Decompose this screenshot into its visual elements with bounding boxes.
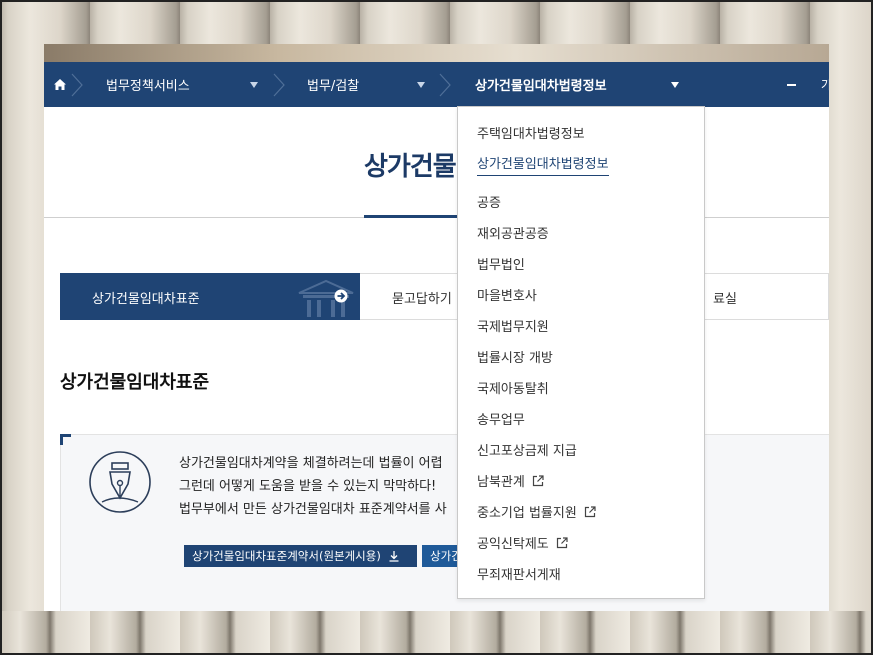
breadcrumb-nav: 법무정책서비스 법무/검찰 상가건물임대차법령정보 가 xyxy=(44,62,829,107)
external-link-icon xyxy=(556,536,568,548)
section-title: 상가건물임대차표준 xyxy=(60,372,210,393)
breadcrumb-separator-icon xyxy=(439,73,451,97)
nav-item-label: 상가건물임대차법령정보 xyxy=(475,79,607,94)
menu-item-label: 상가건물임대차법령정보 xyxy=(477,157,609,172)
info-box xyxy=(60,434,829,611)
menu-item-child-abduction[interactable]: 국제아동탈취 xyxy=(477,378,549,397)
corner-decoration xyxy=(60,434,71,445)
info-text-line: 상가건물임대차계약을 체결하려는데 법률이 어렵 xyxy=(179,456,443,471)
menu-item-label: 무죄재판서게재 xyxy=(477,568,561,583)
sub-tab-bar: 상가건물임대차표준 묻고답하기 료실 xyxy=(60,273,829,320)
browser-viewport: 법무정책서비스 법무/검찰 상가건물임대차법령정보 가 상가건물임대차법령정보 … xyxy=(44,44,829,611)
nav-item-label: 법무/검찰 xyxy=(307,79,360,94)
menu-item-law-firm[interactable]: 법무법인 xyxy=(477,254,525,273)
menu-item-overseas-notary[interactable]: 재외공관공증 xyxy=(477,223,549,242)
tab-commercial-lease-standard[interactable]: 상가건물임대차표준 xyxy=(60,273,360,320)
download-second-button[interactable]: 상가건 xyxy=(422,545,462,567)
breadcrumb-separator-icon xyxy=(273,73,285,97)
menu-item-label: 법률시장 개방 xyxy=(477,351,553,366)
tab-resources[interactable]: 료실 xyxy=(713,288,737,307)
nav-item-label: 법무정책서비스 xyxy=(106,79,190,94)
caret-down-icon[interactable] xyxy=(417,82,425,88)
arrow-right-circle-icon xyxy=(334,289,348,303)
nav-item-legal-policy-service[interactable]: 법무정책서비스 xyxy=(106,62,190,107)
title-underline xyxy=(364,215,459,218)
caret-down-icon[interactable] xyxy=(250,82,258,88)
caret-down-icon[interactable] xyxy=(671,82,679,88)
text-decrease-icon[interactable] xyxy=(787,84,796,86)
nav-item-legal-prosecution[interactable]: 법무/검찰 xyxy=(307,62,359,107)
background-wood xyxy=(0,611,873,655)
menu-item-sme-legal-support[interactable]: 중소기업 법률지원 xyxy=(477,502,596,521)
download-icon xyxy=(389,550,399,562)
menu-item-village-lawyer[interactable]: 마을변호사 xyxy=(477,285,537,304)
home-icon[interactable] xyxy=(54,79,66,90)
menu-item-label: 국제법무지원 xyxy=(477,320,549,335)
menu-item-label: 국제아동탈취 xyxy=(477,382,549,397)
menu-item-notary[interactable]: 공증 xyxy=(477,192,501,211)
menu-item-legal-market-opening[interactable]: 법률시장 개방 xyxy=(477,347,553,366)
menu-item-acquittal-publication[interactable]: 무죄재판서게재 xyxy=(477,564,561,583)
menu-item-reward-payment[interactable]: 신고포상금제 지급 xyxy=(477,440,577,459)
menu-item-label: 송무업무 xyxy=(477,413,525,428)
tab-label: 상가건물임대차표준 xyxy=(92,292,200,307)
external-link-icon xyxy=(532,474,544,486)
menu-item-commercial-lease[interactable]: 상가건물임대차법령정보 xyxy=(477,153,609,176)
menu-item-label: 남북관계 xyxy=(477,475,525,490)
menu-item-label: 마을변호사 xyxy=(477,289,537,304)
tab-qna[interactable]: 묻고답하기 xyxy=(392,288,452,307)
info-text-line: 법무부에서 만든 상가건물임대차 표준계약서를 사 xyxy=(179,502,447,517)
menu-item-label: 중소기업 법률지원 xyxy=(477,506,577,521)
button-label: 상가건물임대차표준계약서(원본게시용) xyxy=(192,549,381,563)
menu-item-housing-lease[interactable]: 주택임대차법령정보 xyxy=(477,123,585,142)
menu-item-intl-legal-support[interactable]: 국제법무지원 xyxy=(477,316,549,335)
menu-item-label: 법무법인 xyxy=(477,258,525,273)
menu-item-label: 공익신탁제도 xyxy=(477,537,549,552)
info-text-line: 그런데 어떻게 도움을 받을 수 있는지 막막하다! xyxy=(179,479,437,494)
menu-item-label: 주택임대차법령정보 xyxy=(477,127,585,142)
download-original-button[interactable]: 상가건물임대차표준계약서(원본게시용) xyxy=(184,545,417,567)
external-link-icon xyxy=(584,505,596,517)
menu-item-label: 신고포상금제 지급 xyxy=(477,444,577,459)
fountain-pen-icon xyxy=(89,451,151,513)
menu-item-public-trust[interactable]: 공익신탁제도 xyxy=(477,533,568,552)
menu-item-litigation[interactable]: 송무업무 xyxy=(477,409,525,428)
nav-item-commercial-lease[interactable]: 상가건물임대차법령정보 xyxy=(475,62,607,107)
header-banner-image xyxy=(44,44,829,62)
menu-item-label: 공증 xyxy=(477,196,501,211)
breadcrumb-separator-icon xyxy=(71,73,83,97)
menu-item-label: 재외공관공증 xyxy=(477,227,549,242)
nav-dropdown-menu: 주택임대차법령정보 상가건물임대차법령정보 공증 재외공관공증 법무법인 마을변… xyxy=(457,106,705,599)
menu-item-inter-korean[interactable]: 남북관계 xyxy=(477,471,544,490)
text-size-label[interactable]: 가 xyxy=(821,76,829,93)
